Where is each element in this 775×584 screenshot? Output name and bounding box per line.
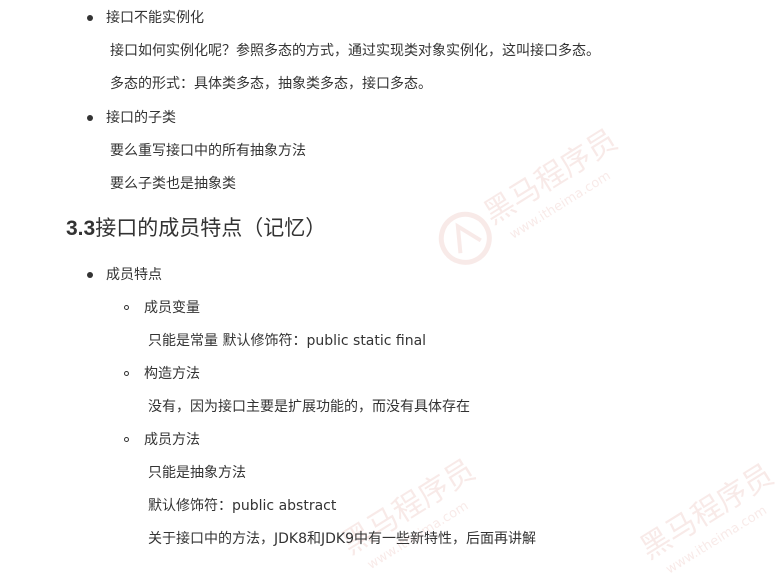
bullet-icon <box>87 115 93 121</box>
heading-text: 接口的成员特点（记忆） <box>95 216 327 240</box>
sub-item-line: 关于接口中的方法，JDK8和JDK9中有一些新特性，后面再讲解 <box>148 531 536 547</box>
sub-item-title: 成员方法 <box>144 432 200 448</box>
bullet-icon <box>87 15 93 21</box>
sub-bullet-icon <box>124 437 129 442</box>
watermark-logo-icon: 黑马程序员 www.itheima.com <box>634 457 775 577</box>
watermark-logo-icon: 黑马程序员 www.itheima.com <box>438 123 624 265</box>
section-heading: 3.3接口的成员特点（记忆） <box>66 215 326 242</box>
watermark-logo-3: 黑马程序员 www.itheima.com <box>600 440 775 580</box>
bullet-title-not-instantiable: 接口不能实例化 <box>106 10 204 26</box>
watermark-logo: 黑马程序员 www.itheima.com <box>410 110 630 270</box>
bullet-title-subclass: 接口的子类 <box>106 110 176 126</box>
sub-item-line: 默认修饰符：public abstract <box>148 498 337 514</box>
sub-item-title: 构造方法 <box>144 366 200 382</box>
heading-number: 3.3 <box>66 217 96 240</box>
paragraph-line: 要么重写接口中的所有抽象方法 <box>110 143 306 159</box>
watermark-url: www.itheima.com <box>507 168 613 242</box>
bullet-title-member-features: 成员特点 <box>106 267 162 283</box>
sub-item-line: 只能是抽象方法 <box>148 465 246 481</box>
sub-bullet-icon <box>124 305 129 310</box>
bullet-icon <box>87 272 93 278</box>
sub-item-line: 没有，因为接口主要是扩展功能的，而没有具体存在 <box>148 399 470 415</box>
sub-bullet-icon <box>124 371 129 376</box>
watermark-brand: 黑马程序员 <box>478 123 624 232</box>
sub-item-title: 成员变量 <box>144 300 200 316</box>
watermark-brand: 黑马程序员 <box>634 457 775 566</box>
paragraph-line: 多态的形式：具体类多态，抽象类多态，接口多态。 <box>110 76 432 92</box>
sub-item-line: 只能是常量 默认修饰符：public static final <box>148 333 427 349</box>
paragraph-line: 接口如何实例化呢？参照多态的方式，通过实现类对象实例化，这叫接口多态。 <box>110 43 600 59</box>
watermark-url: www.itheima.com <box>663 503 769 577</box>
paragraph-line: 要么子类也是抽象类 <box>110 176 236 192</box>
